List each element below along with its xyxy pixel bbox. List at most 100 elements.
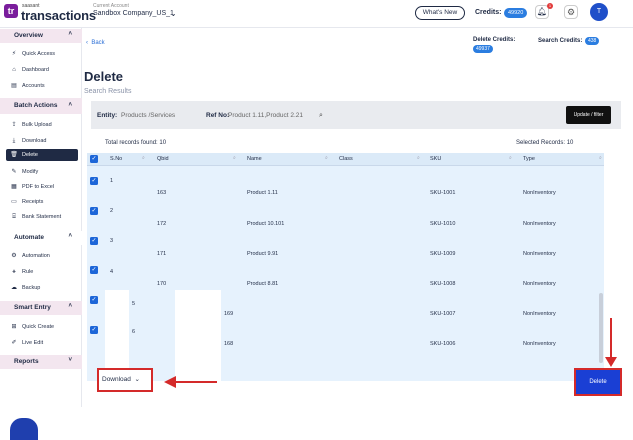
- chevron-down-icon: ˅: [68, 357, 72, 363]
- sidebar-item-accounts[interactable]: ▤ Accounts: [6, 80, 78, 92]
- row-checkbox[interactable]: ✓: [90, 207, 98, 215]
- trash-icon: 🗑︎: [10, 152, 18, 158]
- receipt-icon: ▭: [11, 199, 17, 205]
- quick-create-icon: ⊞: [11, 324, 17, 330]
- page-title: Delete: [84, 69, 124, 84]
- column-header-class[interactable]: Class: [339, 156, 353, 162]
- chevron-up-icon: ˄: [68, 31, 72, 37]
- notification-badge: 1: [547, 3, 553, 9]
- sidebar-item-download[interactable]: ⤓ Download: [6, 135, 78, 147]
- column-header-sno[interactable]: S.No: [110, 156, 122, 162]
- cell-sno: 1: [110, 178, 114, 184]
- sidebar-item-receipts[interactable]: ▭ Receipts: [6, 196, 78, 208]
- bolt-icon: ⚡︎: [11, 51, 17, 57]
- cell-qbid: 171: [157, 251, 167, 257]
- table-scrollbar[interactable]: [599, 293, 603, 363]
- avatar[interactable]: T: [590, 3, 608, 21]
- annotation-arrow-line: [610, 318, 612, 360]
- download-button[interactable]: Download ⌄: [97, 368, 153, 392]
- sidebar-item-bank-statement[interactable]: ⌸ Bank Statement: [6, 211, 78, 223]
- credits-label: Credits:: [475, 9, 502, 16]
- annotation-arrow-head: [164, 376, 176, 388]
- sidebar-item-live-edit[interactable]: ✐ Live Edit: [6, 337, 78, 349]
- select-all-checkbox[interactable]: ✓: [90, 155, 98, 163]
- chevron-up-icon: ˄: [68, 102, 72, 108]
- cell-name: Product 1.11: [247, 190, 278, 196]
- column-header-name[interactable]: Name: [247, 156, 262, 162]
- search-credits-label: Search Credits:: [538, 38, 583, 44]
- cell-sku: SKU-1009: [430, 251, 456, 257]
- search-icon[interactable]: ⌕: [509, 155, 512, 161]
- sidebar-item-bulk-upload[interactable]: ⇪ Bulk Upload: [6, 119, 78, 131]
- cell-qbid: 170: [157, 281, 167, 287]
- cell-sku: SKU-1010: [430, 221, 456, 227]
- search-icon[interactable]: ⌕: [319, 112, 323, 120]
- whats-new-button[interactable]: What's New: [415, 6, 465, 20]
- row-checkbox[interactable]: ✓: [90, 326, 98, 334]
- logo-icon: tr: [4, 4, 18, 18]
- sidebar-item-delete[interactable]: 🗑︎ Delete: [6, 149, 78, 161]
- upload-icon: ⇪: [11, 122, 17, 128]
- search-icon[interactable]: ⌕: [142, 155, 145, 161]
- live-edit-icon: ✐: [11, 340, 17, 346]
- top-bar: tr saasant transactions Current Account …: [0, 0, 633, 28]
- results-table: ✓ S.No ⌕ Qbid ⌕ Name ⌕ Class ⌕ SKU ⌕ Typ…: [87, 153, 604, 381]
- column-header-qbid[interactable]: Qbid: [157, 156, 169, 162]
- cell-qbid: 169: [224, 311, 234, 317]
- sidebar-section-overview[interactable]: Overview ˄: [0, 29, 82, 43]
- delete-credits-badge: 49937: [473, 45, 493, 53]
- cell-sku: SKU-1007: [430, 311, 456, 317]
- filter-bar: Entity: Products /Services Ref No: Produ…: [91, 101, 621, 129]
- annotation-arrow-line: [175, 381, 217, 383]
- sidebar-item-backup[interactable]: ☁ Backup: [6, 282, 78, 294]
- sidebar-section-smart-entry[interactable]: Smart Entry ˄: [0, 301, 82, 315]
- cell-name: Product 8.81: [247, 281, 279, 287]
- sidebar-item-quick-create[interactable]: ⊞ Quick Create: [6, 321, 78, 333]
- search-icon[interactable]: ⌕: [233, 155, 236, 161]
- account-selector[interactable]: Sandbox Company_US_1: [93, 10, 174, 17]
- gear-icon[interactable]: ⚙: [564, 5, 578, 19]
- column-header-sku[interactable]: SKU: [430, 156, 441, 162]
- chevron-up-icon: ˄: [68, 233, 72, 239]
- cell-sku: SKU-1008: [430, 281, 456, 287]
- sidebar-item-dashboard[interactable]: ⌂ Dashboard: [6, 64, 78, 76]
- row-checkbox[interactable]: ✓: [90, 296, 98, 304]
- delete-button[interactable]: Delete: [574, 368, 622, 396]
- row-checkbox[interactable]: ✓: [90, 237, 98, 245]
- cell-name: Product 10.101: [247, 221, 285, 227]
- bank-icon: ⌸: [12, 214, 16, 220]
- rule-icon: ⚹: [12, 269, 16, 275]
- cell-qbid: 172: [157, 221, 167, 227]
- selected-records: Selected Records: 10: [516, 140, 574, 146]
- sidebar-item-automation[interactable]: ⚙ Automation: [6, 250, 78, 262]
- search-icon[interactable]: ⌕: [599, 155, 602, 161]
- cell-sku: SKU-1006: [430, 341, 456, 347]
- chat-icon[interactable]: [10, 418, 38, 440]
- cell-type: NonInventory: [523, 251, 556, 257]
- sidebar-item-modify[interactable]: ✎ Modify: [6, 166, 78, 178]
- chevron-down-icon: ⌄: [134, 376, 140, 383]
- cell-qbid: 163: [157, 190, 167, 196]
- page-subtitle: Search Results: [84, 88, 132, 95]
- sidebar-item-quick-access[interactable]: ⚡︎ Quick Access: [6, 48, 78, 60]
- chevron-down-icon[interactable]: ⌄: [170, 9, 177, 18]
- search-icon[interactable]: ⌕: [325, 155, 328, 161]
- update-filter-button[interactable]: Update / filter: [566, 106, 611, 124]
- column-header-type[interactable]: Type: [523, 156, 535, 162]
- sidebar-section-reports[interactable]: Reports ˅: [0, 355, 82, 369]
- sidebar-section-batch-actions[interactable]: Batch Actions ˄: [0, 98, 82, 114]
- row-checkbox[interactable]: ✓: [90, 266, 98, 274]
- home-icon: ⌂: [12, 67, 16, 73]
- back-link[interactable]: ‹ Back: [86, 40, 105, 46]
- cell-type: NonInventory: [523, 341, 556, 347]
- document-icon: ▤: [11, 83, 17, 89]
- chevron-up-icon: ˄: [68, 303, 72, 309]
- sidebar-item-rule[interactable]: ⚹ Rule: [6, 266, 78, 278]
- sidebar-item-pdf-to-excel[interactable]: ▦ PDF to Excel: [6, 181, 78, 193]
- sidebar-section-automate[interactable]: Automate ˄: [0, 231, 82, 245]
- download-icon: ⤓: [12, 138, 16, 144]
- row-checkbox[interactable]: ✓: [90, 177, 98, 185]
- credits-badge: 49920: [504, 8, 528, 18]
- search-icon[interactable]: ⌕: [417, 155, 420, 161]
- cell-type: NonInventory: [523, 281, 556, 287]
